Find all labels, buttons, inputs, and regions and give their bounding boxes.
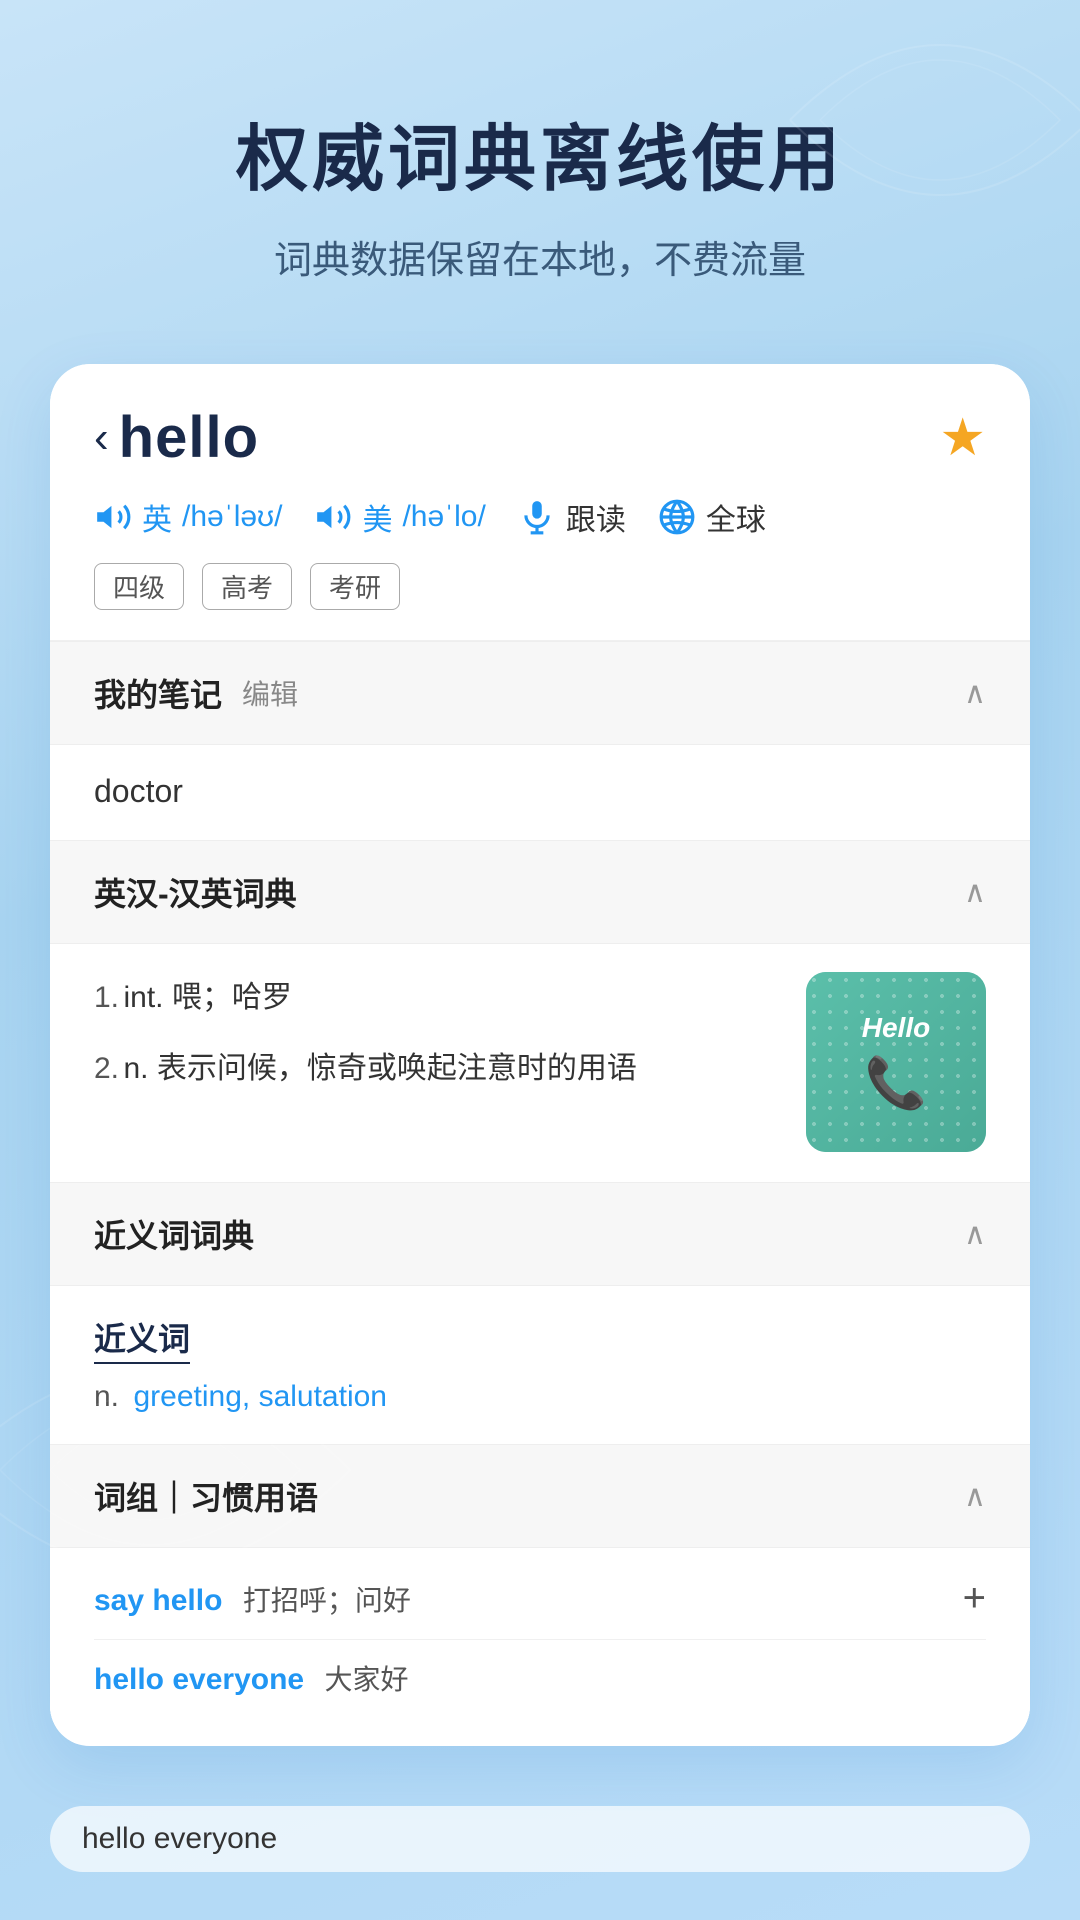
phrase-1-content: say hello 打招呼；问好 <box>94 1579 411 1619</box>
phrases-chevron-icon: ∧ <box>964 1479 986 1514</box>
phrase-2-content: hello everyone 大家好 <box>94 1658 409 1698</box>
global-label[interactable]: 全球 <box>706 495 766 539</box>
synonym-row: 近义词 <box>94 1314 986 1380</box>
word-back: ‹ hello <box>94 404 259 471</box>
follow-read-item: 跟读 <box>518 495 626 539</box>
us-label: 美 <box>362 495 392 539</box>
phrase-2-cn: 大家好 <box>325 1664 409 1695</box>
bottom-input-row[interactable]: hello everyone <box>50 1806 1030 1872</box>
tags-row: 四级 高考 考研 <box>94 563 986 610</box>
hero-subtitle: 词典数据保留在本地，不费流量 <box>60 229 1020 284</box>
back-arrow-icon[interactable]: ‹ <box>94 413 109 463</box>
synonym-pos: n. <box>94 1380 119 1413</box>
definition-2: 2. n. 表示问候，惊奇或唤起注意时的用语 <box>94 1043 776 1094</box>
notes-title-row: 我的笔记 编辑 <box>94 670 298 716</box>
notes-section: 我的笔记 编辑 ∧ doctor <box>50 641 1030 838</box>
tag-kaoyan: 考研 <box>310 563 400 610</box>
bottom-input-text: hello everyone <box>82 1822 277 1856</box>
card-header: ‹ hello ★ 英 /həˈləʊ/ <box>50 364 1030 641</box>
tag-gaokao: 高考 <box>202 563 292 610</box>
us-phonetic: /həˈlo/ <box>402 500 485 534</box>
phrases-section: 词组｜习惯用语 ∧ say hello 打招呼；问好 + hello every… <box>50 1444 1030 1744</box>
tag-sijia: 四级 <box>94 563 184 610</box>
dict-definitions: 1. int. 喂；哈罗 2. n. 表示问候，惊奇或唤起注意时的用语 <box>94 972 776 1114</box>
synonym-chevron-icon: ∧ <box>964 1217 986 1252</box>
notes-edit-button[interactable]: 编辑 <box>242 673 298 713</box>
notes-content: doctor <box>94 773 183 809</box>
follow-read-label[interactable]: 跟读 <box>566 495 626 539</box>
def-2-num: 2. <box>94 1052 119 1085</box>
definition-1: 1. int. 喂；哈罗 <box>94 972 776 1023</box>
def-1-num: 1. <box>94 981 119 1014</box>
synonym-section-title: 近义词词典 <box>94 1211 254 1257</box>
dict-section-header[interactable]: 英汉-汉英词典 ∧ <box>50 840 1030 944</box>
uk-label: 英 <box>142 495 172 539</box>
hero-title: 权威词典离线使用 <box>60 100 1020 205</box>
hero-section: 权威词典离线使用 词典数据保留在本地，不费流量 <box>0 0 1080 344</box>
hello-img-inner: Hello 📞 <box>806 972 986 1152</box>
synonym-words-row: n. greeting, salutation <box>94 1380 986 1414</box>
dict-body: 1. int. 喂；哈罗 2. n. 表示问候，惊奇或唤起注意时的用语 Hell… <box>50 944 1030 1180</box>
favorite-star-icon[interactable]: ★ <box>939 408 986 468</box>
hello-img-text: Hello <box>862 1012 930 1044</box>
dict-section-title: 英汉-汉英词典 <box>94 869 297 915</box>
uk-phonetic: /həˈləʊ/ <box>182 500 282 534</box>
synonym-section-header[interactable]: 近义词词典 ∧ <box>50 1182 1030 1286</box>
hello-image: Hello 📞 <box>806 972 986 1152</box>
phrase-row-1: say hello 打招呼；问好 + <box>94 1558 986 1640</box>
dictionary-card: ‹ hello ★ 英 /həˈləʊ/ <box>50 364 1030 1746</box>
global-icon[interactable] <box>658 498 696 536</box>
phonetics-row: 英 /həˈləʊ/ 美 /həˈlo/ <box>94 495 986 539</box>
telephone-icon: 📞 <box>865 1054 927 1113</box>
notes-section-header[interactable]: 我的笔记 编辑 ∧ <box>50 641 1030 745</box>
dict-chevron-icon: ∧ <box>964 875 986 910</box>
uk-phonetic-item: 英 /həˈləʊ/ <box>94 495 282 539</box>
synonym-label: 近义词 <box>94 1314 190 1364</box>
dict-en-cn-section: 英汉-汉英词典 ∧ 1. int. 喂；哈罗 2. n. 表示问候，惊奇或唤起注… <box>50 840 1030 1180</box>
phrase-1-en[interactable]: say hello <box>94 1584 222 1617</box>
bottom-area: hello everyone <box>0 1786 1080 1912</box>
notes-body: doctor <box>50 745 1030 838</box>
synonym-section: 近义词词典 ∧ 近义词 n. greeting, salutation <box>50 1182 1030 1442</box>
phrases-section-header[interactable]: 词组｜习惯用语 ∧ <box>50 1444 1030 1548</box>
word-row: ‹ hello ★ <box>94 404 986 471</box>
us-phonetic-item: 美 /həˈlo/ <box>314 495 485 539</box>
phrase-2-en[interactable]: hello everyone <box>94 1663 304 1696</box>
phrases-body: say hello 打招呼；问好 + hello everyone 大家好 <box>50 1548 1030 1744</box>
notes-title: 我的笔记 <box>94 670 222 716</box>
mic-icon[interactable] <box>518 498 556 536</box>
word-title: hello <box>119 404 259 471</box>
phrases-section-title: 词组｜习惯用语 <box>94 1473 318 1519</box>
def-1-text: int. 喂；哈罗 <box>123 981 291 1014</box>
phrase-1-cn: 打招呼；问好 <box>243 1585 411 1616</box>
global-item: 全球 <box>658 495 766 539</box>
phrase-1-add-button[interactable]: + <box>963 1576 986 1621</box>
synonym-body: 近义词 n. greeting, salutation <box>50 1286 1030 1442</box>
uk-speaker-icon[interactable] <box>94 498 132 536</box>
phrase-row-2: hello everyone 大家好 <box>94 1640 986 1716</box>
us-speaker-icon[interactable] <box>314 498 352 536</box>
def-2-text: n. 表示问候，惊奇或唤起注意时的用语 <box>123 1052 636 1085</box>
notes-chevron-icon: ∧ <box>964 676 986 711</box>
synonym-words: greeting, salutation <box>133 1380 387 1413</box>
